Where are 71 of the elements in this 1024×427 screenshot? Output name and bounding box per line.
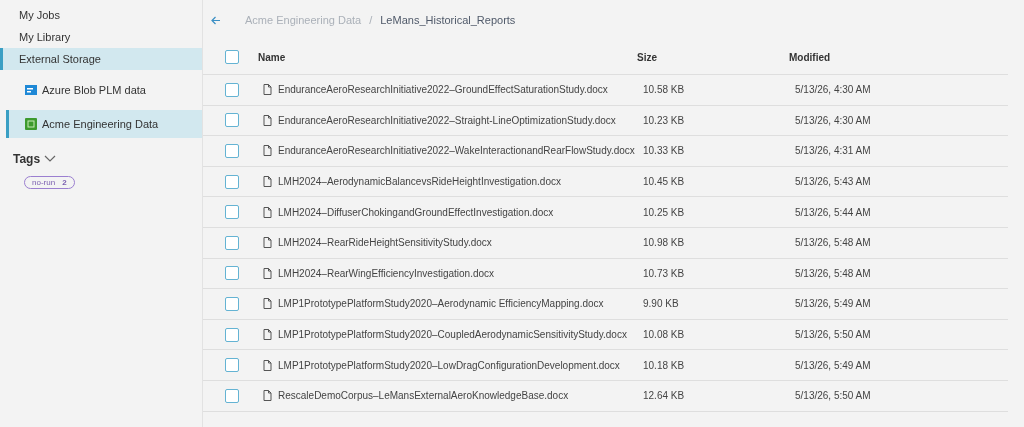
row-checkbox[interactable] bbox=[225, 113, 239, 128]
breadcrumb-separator: / bbox=[369, 14, 373, 26]
back-arrow-icon[interactable] bbox=[211, 15, 221, 25]
document-icon bbox=[263, 267, 272, 279]
breadcrumb-link[interactable]: LeMans_Historical_Reports bbox=[380, 14, 516, 26]
modified-date: 5/13/26, 5:44 AM bbox=[794, 206, 872, 218]
file-size: 10.33 KB bbox=[642, 145, 686, 157]
sidebar-item[interactable]: My Library bbox=[0, 26, 202, 48]
modified-date: 5/13/26, 4:31 AM bbox=[794, 145, 872, 157]
modified-date: 5/13/26, 5:48 AM bbox=[794, 237, 872, 249]
document-icon bbox=[263, 145, 272, 157]
document-icon bbox=[263, 298, 272, 310]
modified-date: 5/13/26, 5:43 AM bbox=[794, 176, 872, 188]
file-name[interactable]: EnduranceAeroResearchInitiative2022–WakeInteractionandRearFlowStudy.docx bbox=[278, 145, 635, 157]
document-icon bbox=[263, 84, 272, 96]
document-icon bbox=[263, 176, 272, 188]
file-name[interactable]: EnduranceAeroResearchInitiative2022–Straight-LineOptimizationStudy.docx bbox=[278, 114, 616, 126]
column-header[interactable]: Modified bbox=[787, 51, 1008, 63]
storage-icon bbox=[25, 118, 37, 130]
chevron-icon[interactable] bbox=[44, 155, 57, 163]
file-name[interactable]: EnduranceAeroResearchInitiative2022–GroundEffectSaturationStudy.docx bbox=[278, 84, 608, 96]
modified-date: 5/13/26, 5:48 AM bbox=[794, 267, 872, 279]
document-icon bbox=[263, 206, 272, 218]
column-header[interactable]: Name bbox=[249, 51, 637, 63]
row-checkbox[interactable] bbox=[225, 205, 239, 220]
row-checkbox[interactable] bbox=[225, 144, 239, 158]
modified-date: 5/13/26, 5:49 AM bbox=[794, 298, 872, 310]
sidebar-item[interactable]: My Jobs bbox=[0, 4, 202, 26]
select-all-checkbox[interactable] bbox=[225, 50, 239, 64]
document-icon bbox=[263, 359, 272, 371]
file-name[interactable]: LMH2024–AerodynamicBalancevsRideHeightInvestigation.docx bbox=[278, 176, 561, 188]
row-checkbox[interactable] bbox=[225, 327, 239, 342]
file-size: 10.73 KB bbox=[642, 267, 686, 279]
file-size: 10.45 KB bbox=[642, 176, 686, 188]
file-name[interactable]: LMH2024–RearRideHeightSensitivityStudy.docx bbox=[278, 237, 492, 249]
file-size: 10.23 KB bbox=[642, 114, 686, 126]
row-checkbox[interactable] bbox=[225, 82, 239, 97]
row-checkbox[interactable] bbox=[225, 296, 239, 311]
modified-date: 5/13/26, 5:49 AM bbox=[794, 359, 872, 371]
sidebar-item[interactable]: External Storage bbox=[0, 48, 202, 70]
column-header[interactable]: Size bbox=[637, 51, 787, 63]
file-name[interactable]: LMP1PrototypePlatformStudy2020–Aerodynamic EfficiencyMapping.docx bbox=[278, 298, 604, 310]
file-size: 10.18 KB bbox=[642, 359, 686, 371]
modified-date: 5/13/26, 5:50 AM bbox=[794, 329, 872, 341]
document-icon bbox=[263, 390, 272, 402]
file-size: 10.25 KB bbox=[642, 206, 686, 218]
modified-date: 5/13/26, 5:50 AM bbox=[794, 390, 872, 402]
file-name[interactable]: LMH2024–DiffuserChokingandGroundEffectInvestigation.docx bbox=[278, 206, 554, 218]
file-name[interactable]: LMP1PrototypePlatformStudy2020–LowDragConfigurationDevelopment.docx bbox=[278, 359, 620, 371]
row-checkbox[interactable] bbox=[225, 388, 239, 403]
document-icon bbox=[263, 329, 272, 341]
row-checkbox[interactable] bbox=[225, 235, 239, 250]
storage-icon bbox=[25, 85, 37, 95]
row-checkbox[interactable] bbox=[225, 266, 239, 281]
file-name[interactable]: LMH2024–RearWingEfficiencyInvestigation.docx bbox=[278, 267, 495, 279]
document-icon bbox=[263, 114, 272, 126]
file-size: 10.58 KB bbox=[642, 84, 686, 96]
sidebar-item[interactable]: Azure Blob PLM data bbox=[6, 76, 202, 104]
modified-date: 5/13/26, 4:30 AM bbox=[794, 84, 872, 96]
modified-date: 5/13/26, 4:30 AM bbox=[794, 114, 872, 126]
file-size: 10.98 KB bbox=[642, 237, 686, 249]
row-checkbox[interactable] bbox=[225, 174, 239, 189]
tags-heading: Tags bbox=[13, 152, 41, 166]
row-checkbox[interactable] bbox=[225, 358, 239, 373]
document-icon bbox=[263, 237, 272, 249]
file-size: 10.08 KB bbox=[642, 329, 686, 341]
file-name[interactable]: RescaleDemoCorpus–LeMansExternalAeroKnowledgeBase.docx bbox=[278, 390, 569, 402]
file-size: 9.90 KB bbox=[642, 298, 680, 310]
file-size: 12.64 KB bbox=[642, 390, 686, 402]
sidebar-item[interactable]: Acme Engineering Data bbox=[6, 110, 202, 138]
file-name[interactable]: LMP1PrototypePlatformStudy2020–CoupledAerodynamicSensitivityStudy.docx bbox=[278, 329, 627, 341]
